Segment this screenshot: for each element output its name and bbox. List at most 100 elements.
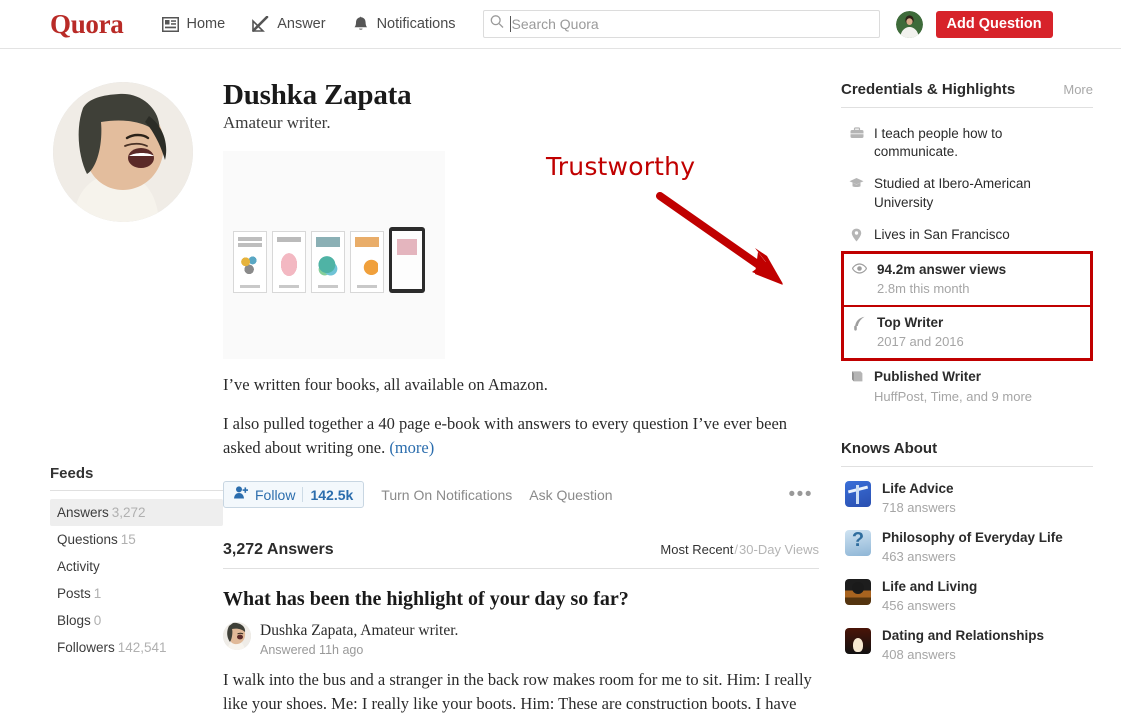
search-container bbox=[482, 10, 880, 38]
topic-item-life-advice[interactable]: Life Advice 718 answers bbox=[841, 473, 1093, 522]
credential-sub: 2017 and 2016 bbox=[877, 334, 964, 350]
book-cover bbox=[233, 231, 267, 294]
sort-most-recent[interactable]: Most Recent bbox=[660, 542, 733, 557]
credential-item-answer-views[interactable]: 94.2m answer views 2.8m this month bbox=[841, 251, 1093, 308]
topic-count: 408 answers bbox=[882, 646, 956, 662]
credential-item-top-writer[interactable]: Top Writer 2017 and 2016 bbox=[841, 305, 1093, 362]
profile-avatar-large[interactable] bbox=[53, 82, 193, 222]
bio-text: I also pulled together a 40 page e-book … bbox=[223, 414, 788, 458]
quill-icon bbox=[852, 314, 867, 331]
main-column: Dushka Zapata Amateur writer. I’ve writt… bbox=[223, 49, 819, 716]
feed-item-posts[interactable]: Posts 1 bbox=[50, 580, 223, 607]
profile-actions: Follow 142.5k Turn On Notifications Ask … bbox=[223, 481, 819, 509]
turn-on-notifications-link[interactable]: Turn On Notifications bbox=[381, 487, 512, 503]
feeds-divider bbox=[50, 490, 223, 491]
feed-item-answers[interactable]: Answers 3,272 bbox=[50, 499, 223, 526]
knows-about-header: Knows About bbox=[841, 440, 1093, 468]
topic-text: Life and Living 456 answers bbox=[882, 579, 977, 613]
feed-label: Blogs bbox=[57, 613, 91, 628]
feed-label: Questions bbox=[57, 532, 118, 547]
credentials-header: Credentials & Highlights More bbox=[841, 81, 1093, 108]
answers-sort: Most Recent/30-Day Views bbox=[660, 542, 819, 557]
topic-name: Life and Living bbox=[882, 579, 978, 595]
book-cover bbox=[272, 231, 306, 294]
tree-sunset-topic-icon bbox=[845, 579, 871, 606]
topic-text: Life Advice 718 answers bbox=[882, 481, 956, 515]
answers-count: 3,272 Answers bbox=[223, 541, 334, 559]
topic-text: Dating and Relationships 408 answers bbox=[882, 628, 1044, 662]
profile-tagline: Amateur writer. bbox=[223, 113, 331, 133]
credential-text: Studied at Ibero-American University bbox=[874, 175, 1087, 211]
nav-item-home[interactable]: Home bbox=[161, 16, 225, 32]
credential-item-published-writer[interactable]: Published Writer HuffPost, Time, and 9 m… bbox=[841, 361, 1093, 412]
follow-person-icon bbox=[234, 486, 248, 504]
feed-count: 0 bbox=[93, 613, 102, 628]
credential-item-education[interactable]: Studied at Ibero-American University bbox=[841, 168, 1093, 218]
briefcase-icon bbox=[849, 125, 864, 139]
follow-label: Follow bbox=[255, 486, 296, 503]
credential-main: Top Writer bbox=[877, 315, 944, 331]
location-pin-icon bbox=[849, 226, 864, 242]
bio-more-link[interactable]: (more) bbox=[389, 438, 434, 457]
question-mark-topic-icon bbox=[845, 530, 871, 557]
feed-item-followers[interactable]: Followers 142,541 bbox=[50, 634, 223, 661]
feeds-title: Feeds bbox=[50, 465, 94, 482]
nav-item-notifications[interactable]: Notifications bbox=[353, 16, 456, 33]
feed-label: Posts bbox=[57, 586, 91, 601]
credentials-more-link[interactable]: More bbox=[1063, 82, 1093, 97]
credential-main: 94.2m answer views bbox=[877, 262, 1007, 278]
feed-item-blogs[interactable]: Blogs 0 bbox=[50, 607, 223, 634]
answer-text: I walk into the bus and a stranger in th… bbox=[223, 670, 812, 714]
topic-item-dating-relationships[interactable]: Dating and Relationships 408 answers bbox=[841, 620, 1093, 669]
follow-divider bbox=[302, 487, 304, 503]
credential-item-location[interactable]: Lives in San Francisco bbox=[841, 219, 1093, 251]
add-question-button[interactable]: Add Question bbox=[935, 10, 1053, 38]
credential-main: Studied at Ibero-American University bbox=[874, 176, 1031, 210]
question-title[interactable]: What has been the highlight of your day … bbox=[223, 587, 819, 611]
main-nav: Home Answer Notifications bbox=[161, 16, 456, 33]
topic-item-life-and-living[interactable]: Life and Living 456 answers bbox=[841, 571, 1093, 620]
credential-text: I teach people how to communicate. bbox=[874, 125, 1087, 161]
page-title: Dushka Zapata bbox=[223, 79, 412, 111]
bell-icon bbox=[353, 16, 369, 33]
answer-author-row: Dushka Zapata, Amateur writer. Answered … bbox=[223, 622, 819, 657]
follow-button[interactable]: Follow 142.5k bbox=[223, 481, 365, 509]
knows-about-section: Knows About Life Advice 718 answers Phil bbox=[841, 440, 1093, 669]
feed-item-activity[interactable]: Activity bbox=[50, 553, 223, 580]
quora-logo[interactable]: Quora bbox=[50, 10, 124, 38]
feed-label: Followers bbox=[57, 640, 115, 655]
more-options-icon[interactable]: ••• bbox=[789, 485, 813, 504]
credential-text: Published Writer HuffPost, Time, and 9 m… bbox=[874, 368, 1087, 405]
credential-text: 94.2m answer views 2.8m this month bbox=[877, 261, 1084, 298]
credential-item-occupation[interactable]: I teach people how to communicate. bbox=[841, 118, 1093, 168]
topic-item-philosophy[interactable]: Philosophy of Everyday Life 463 answers bbox=[841, 522, 1093, 571]
topic-name: Philosophy of Everyday Life bbox=[882, 530, 1063, 546]
signpost-topic-icon bbox=[845, 481, 871, 508]
feed-label: Activity bbox=[57, 559, 100, 574]
nav-item-answer[interactable]: Answer bbox=[252, 16, 326, 32]
topic-count: 463 answers bbox=[882, 549, 956, 565]
ereader-device bbox=[389, 227, 425, 294]
answer-timestamp: Answered 11h ago bbox=[260, 643, 364, 658]
answer-author-name[interactable]: Dushka Zapata, Amateur writer. bbox=[260, 622, 458, 640]
topic-count: 456 answers bbox=[882, 598, 956, 614]
search-input[interactable] bbox=[482, 10, 880, 38]
sort-30-day-views[interactable]: 30-Day Views bbox=[739, 542, 819, 557]
user-avatar[interactable] bbox=[895, 10, 923, 38]
follow-count: 142.5k bbox=[310, 486, 354, 503]
ask-question-link[interactable]: Ask Question bbox=[529, 487, 612, 503]
profile-bio-line-2: I also pulled together a 40 page e-book … bbox=[223, 412, 803, 460]
couple-topic-icon bbox=[845, 628, 871, 655]
feeds-section: Feeds Answers 3,272 Questions 15 Activity … bbox=[50, 465, 223, 661]
knows-about-title: Knows About bbox=[841, 440, 938, 458]
credential-main: Published Writer bbox=[874, 369, 982, 385]
feed-item-questions[interactable]: Questions 15 bbox=[50, 526, 223, 553]
credential-text: Lives in San Francisco bbox=[874, 226, 1087, 244]
profile-bio-line-1: I’ve written four books, all available o… bbox=[223, 375, 548, 395]
profile-books-image[interactable] bbox=[223, 151, 445, 360]
answer-author-avatar[interactable] bbox=[223, 622, 251, 651]
topic-text: Philosophy of Everyday Life 463 answers bbox=[882, 530, 1063, 564]
top-navigation-bar: Quora Home Answer Notifications Search Q… bbox=[0, 0, 1121, 49]
pencil-icon bbox=[252, 16, 269, 32]
feed-count: 15 bbox=[120, 532, 136, 547]
